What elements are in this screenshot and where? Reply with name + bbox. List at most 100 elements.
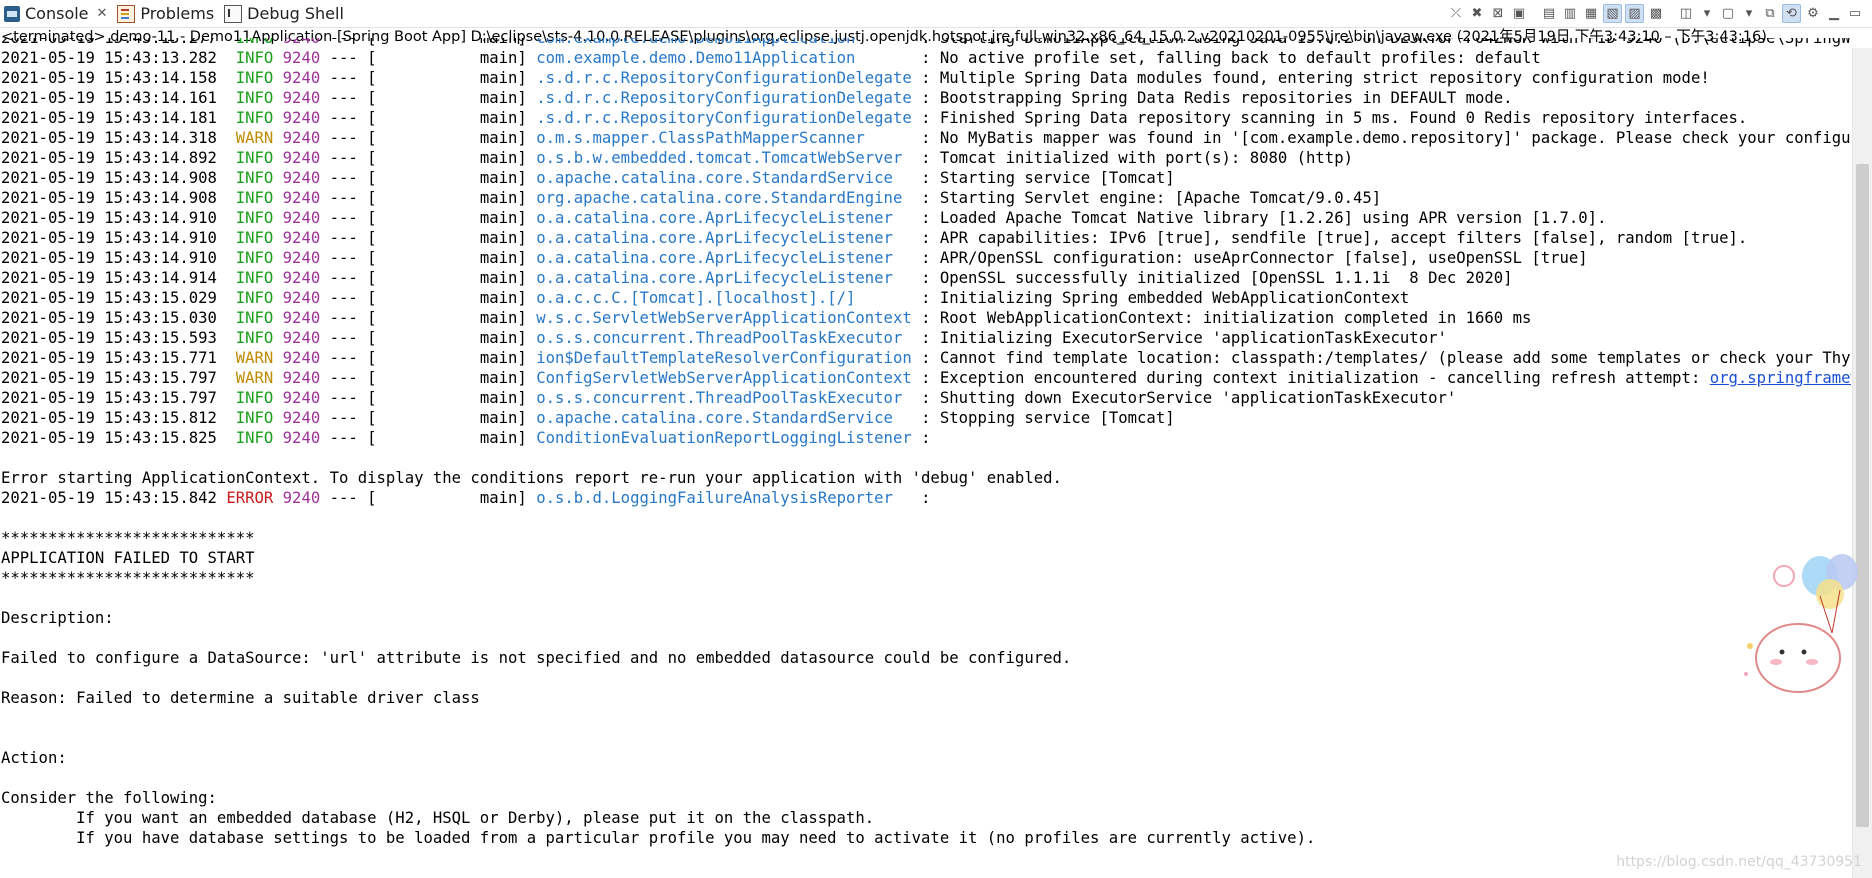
log-line: 2021-05-19 15:43:14.892 INFO 9240 --- [ … (1, 149, 1353, 167)
log-pid: 9240 (282, 229, 321, 247)
settings-icon[interactable]: ⚙ (1804, 5, 1822, 23)
log-level: INFO (235, 409, 274, 427)
log-message: Initializing Spring embedded WebApplicat… (939, 289, 1410, 307)
log-thread: main (479, 38, 518, 47)
show-stdout-icon[interactable]: ▦ (1582, 5, 1600, 23)
log-message: APR capabilities: IPv6 [true], sendfile … (939, 229, 1748, 247)
log-line: 2021-05-19 15:43:15.812 INFO 9240 --- [ … (1, 409, 1175, 427)
toolbar-separator (1531, 5, 1537, 23)
console-view-tabbar: Console ✕ Problems Debug Shell ⤫ ✖ ⊠ ▣ ▤… (0, 0, 1872, 28)
show-stderr-icon[interactable]: ▧ (1603, 4, 1622, 23)
console-text-line: *************************** (1, 569, 255, 587)
log-pid: 9240 (282, 129, 321, 147)
log-logger: o.a.c.c.C.[Tomcat].[localhost].[/] (536, 289, 912, 307)
tab-console[interactable]: Console ✕ (0, 0, 114, 27)
exception-link[interactable]: org.springframework.bean (1710, 369, 1851, 387)
log-timestamp: 2021-05-19 15:43:14.181 (1, 109, 217, 127)
close-icon[interactable]: ✕ (97, 6, 108, 21)
log-level: INFO (235, 49, 274, 67)
log-message: Starting service [Tomcat] (939, 169, 1175, 187)
tab-debug-shell[interactable]: Debug Shell (220, 0, 350, 27)
log-line: 2021-05-19 15:43:14.181 INFO 9240 --- [ … (1, 109, 1748, 127)
pin-console-icon[interactable]: ▨ (1625, 4, 1644, 23)
log-pid: 9240 (282, 169, 321, 187)
log-line: 2021-05-19 15:43:14.908 INFO 9240 --- [ … (1, 169, 1175, 187)
minimize-icon[interactable]: ▁ (1825, 5, 1843, 23)
log-thread: main (479, 289, 518, 307)
log-timestamp: 2021-05-19 15:43:13.277 (1, 38, 217, 47)
log-message: Stopping service [Tomcat] (939, 409, 1175, 427)
log-line: 2021-05-19 15:43:14.908 INFO 9240 --- [ … (1, 189, 1382, 207)
scroll-lock-icon[interactable]: ▤ (1540, 5, 1558, 23)
log-logger: o.apache.catalina.core.StandardService (536, 409, 912, 427)
log-message: Starting Servlet engine: [Apache Tomcat/… (939, 189, 1382, 207)
log-level: INFO (235, 69, 274, 87)
log-level: WARN (235, 349, 274, 367)
terminate-icon[interactable]: ⊠ (1489, 5, 1507, 23)
log-timestamp: 2021-05-19 15:43:15.029 (1, 289, 217, 307)
log-timestamp: 2021-05-19 15:43:15.797 (1, 369, 217, 387)
log-logger: com.example.demo.Demo11Application (536, 38, 912, 47)
log-level: INFO (235, 309, 274, 327)
log-message: No MyBatis mapper was found in '[com.exa… (939, 129, 1851, 147)
console-text-line (1, 448, 1851, 468)
log-pid: 9240 (282, 38, 321, 47)
copy-icon[interactable]: ⧉ (1761, 5, 1779, 23)
console-text-line (1, 628, 1851, 648)
remove-launch-icon[interactable]: ⤫ (1447, 5, 1465, 23)
log-level: WARN (235, 369, 274, 387)
dropdown-icon[interactable]: ▾ (1740, 5, 1758, 23)
new-console-icon[interactable]: ▢ (1719, 5, 1737, 23)
log-pid: 9240 (282, 209, 321, 227)
log-logger: o.s.s.concurrent.ThreadPoolTaskExecutor (536, 389, 912, 407)
log-line: 2021-05-19 15:43:15.797 WARN 9240 --- [ … (1, 368, 1851, 388)
console-text-line: Reason: Failed to determine a suitable d… (1, 689, 480, 707)
tab-problems[interactable]: Problems (113, 0, 220, 27)
clear-console-icon[interactable]: ▣ (1510, 5, 1528, 23)
log-level: INFO (235, 229, 274, 247)
vertical-scrollbar[interactable] (1852, 48, 1872, 878)
view-menu-icon[interactable]: ▾ (1698, 5, 1716, 23)
watermark: https://blog.csdn.net/qq_43730951 (1616, 854, 1862, 870)
tab-problems-label: Problems (140, 4, 215, 23)
log-pid: 9240 (282, 429, 321, 447)
log-message: Cannot find template location: classpath… (939, 349, 1851, 367)
log-line: 2021-05-19 15:43:14.910 INFO 9240 --- [ … (1, 229, 1748, 247)
console-text-line (1, 728, 1851, 748)
log-line: 2021-05-19 15:43:14.910 INFO 9240 --- [ … (1, 209, 1607, 227)
open-console-icon[interactable]: ◫ (1677, 5, 1695, 23)
console-toolbar: ⤫ ✖ ⊠ ▣ ▤ ▥ ▦ ▧ ▨ ▩ ◫ ▾ ▢ ▾ ⧉ ⟲ ⚙ ▁ ▭ (1447, 0, 1872, 27)
log-line: 2021-05-19 15:43:14.914 INFO 9240 --- [ … (1, 269, 1513, 287)
display-console-icon[interactable]: ▩ (1647, 5, 1665, 23)
log-timestamp: 2021-05-19 15:43:14.910 (1, 229, 217, 247)
word-wrap-icon[interactable]: ▥ (1561, 5, 1579, 23)
vertical-scrollbar-thumb[interactable] (1856, 164, 1869, 827)
log-line: 2021-05-19 15:43:14.910 INFO 9240 --- [ … (1, 249, 1588, 267)
log-line: 2021-05-19 15:43:15.593 INFO 9240 --- [ … (1, 329, 1447, 347)
log-thread: main (479, 129, 518, 147)
log-pid: 9240 (282, 329, 321, 347)
log-level: INFO (235, 389, 274, 407)
log-thread: main (479, 49, 518, 67)
log-pid: 9240 (282, 269, 321, 287)
log-line: 2021-05-19 15:43:14.161 INFO 9240 --- [ … (1, 89, 1513, 107)
log-timestamp: 2021-05-19 15:43:14.158 (1, 69, 217, 87)
log-message: Tomcat initialized with port(s): 8080 (h… (939, 149, 1353, 167)
log-logger: .s.d.r.c.RepositoryConfigurationDelegate (536, 109, 912, 127)
console-output[interactable]: 2021-05-19 15:43:13.277 INFO 9240 --- [ … (1, 38, 1851, 878)
log-thread: main (479, 109, 518, 127)
console-text-line (1, 708, 1851, 728)
log-level: INFO (235, 109, 274, 127)
log-level: INFO (235, 209, 274, 227)
log-timestamp: 2021-05-19 15:43:15.842 (1, 489, 217, 507)
toggle-icon[interactable]: ⟲ (1782, 4, 1801, 23)
log-pid: 9240 (282, 389, 321, 407)
log-logger: o.s.b.d.LoggingFailureAnalysisReporter (536, 489, 912, 507)
maximize-icon[interactable]: ▭ (1846, 5, 1864, 23)
log-pid: 9240 (282, 69, 321, 87)
log-level: INFO (235, 249, 274, 267)
log-thread: main (479, 209, 518, 227)
log-line: 2021-05-19 15:43:14.318 WARN 9240 --- [ … (1, 128, 1851, 148)
log-thread: main (479, 309, 518, 327)
remove-all-terminated-icon[interactable]: ✖ (1468, 5, 1486, 23)
